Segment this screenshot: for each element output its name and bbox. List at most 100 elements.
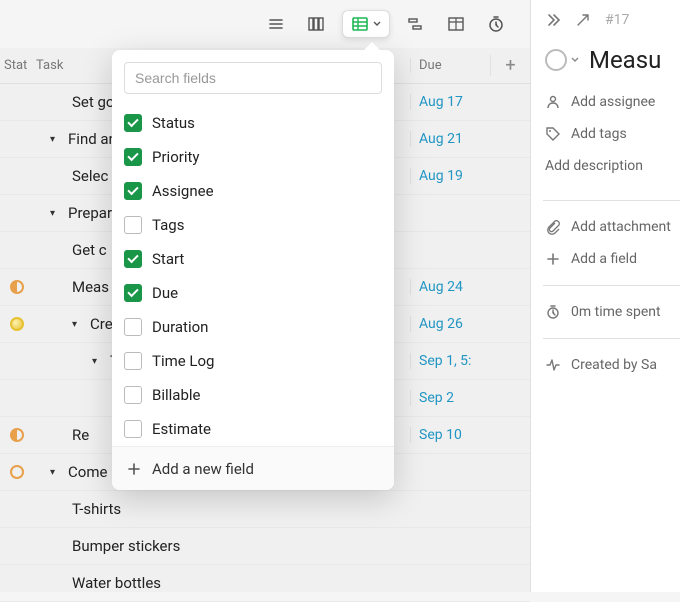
task-status-cell[interactable] [0,280,30,294]
sheet-icon [351,15,369,33]
field-checkbox[interactable] [124,386,142,404]
field-option[interactable]: Time Log [124,344,382,378]
chevron-down-icon [373,20,381,28]
chevron-down-icon[interactable] [571,56,579,64]
task-due-cell[interactable]: Aug 21 [410,131,490,147]
task-due-cell[interactable]: Sep 1, 5: [410,353,490,369]
add-new-field-label: Add a new field [152,460,254,478]
timer-view-button[interactable] [482,10,510,38]
field-checkbox[interactable] [124,318,142,336]
field-option[interactable]: Status [124,106,382,140]
board-view-button[interactable] [302,10,330,38]
column-header-due[interactable]: Due [410,58,490,73]
status-circle[interactable] [545,49,567,71]
expand-caret[interactable]: ▾ [50,134,62,145]
task-title-label: Get c [72,241,107,259]
task-due-cell[interactable]: Aug 17 [410,94,490,110]
task-row[interactable]: T-shirts [0,491,530,528]
field-option[interactable]: Estimate [124,412,382,446]
field-option[interactable]: Duration [124,310,382,344]
task-row[interactable]: Water bottles [0,565,530,602]
dropdown-arrow [364,42,380,50]
paperclip-icon [545,219,561,235]
task-row[interactable]: Bumper stickers [0,528,530,565]
expand-caret[interactable]: ▾ [72,319,84,330]
task-status-cell[interactable] [0,428,30,442]
field-checkbox[interactable] [124,420,142,438]
list-view-button[interactable] [262,10,290,38]
field-option[interactable]: Assignee [124,174,382,208]
task-due-cell[interactable]: Sep 2 [410,390,490,406]
person-icon [545,94,561,110]
plus-icon [126,461,142,477]
task-due-cell[interactable]: Aug 26 [410,316,490,332]
field-list[interactable]: Status Priority Assignee Tags Start Due Durati… [112,106,394,446]
add-column-button[interactable]: + [490,55,530,76]
field-label: Time Log [152,352,214,370]
search-wrap [112,50,394,106]
field-label: Priority [152,148,199,166]
field-option[interactable]: Due [124,276,382,310]
task-due-cell[interactable]: Sep 10 [410,427,490,443]
field-option[interactable]: Tags [124,208,382,242]
collapse-icon[interactable] [545,12,561,28]
add-tags-button[interactable]: Add tags [545,126,680,142]
field-label: Due [152,284,178,302]
stopwatch-icon [545,304,561,320]
column-header-status[interactable]: Stat [0,58,30,73]
task-due-cell[interactable]: Aug 19 [410,168,490,184]
field-checkbox[interactable] [124,352,142,370]
field-label: Billable [152,386,200,404]
field-label: Assignee [152,182,214,200]
field-checkbox[interactable] [124,148,142,166]
expand-caret[interactable]: ▾ [92,356,104,367]
time-spent-row[interactable]: 0m time spent [545,304,680,320]
search-fields-input[interactable] [124,62,382,94]
view-toolbar [0,0,530,48]
panel-top-bar: #17 [545,12,680,28]
add-description-button[interactable]: Add description [545,158,680,174]
timer-icon [487,15,505,33]
field-label: Duration [152,318,208,336]
add-assignee-button[interactable]: Add assignee [545,94,680,110]
field-label: Start [152,250,184,268]
field-checkbox[interactable] [124,182,142,200]
sheet-view-button[interactable] [342,10,390,38]
expand-icon[interactable] [575,12,591,28]
created-by-row: Created by Sa [545,357,680,373]
task-due-cell[interactable]: Aug 24 [410,279,490,295]
task-title[interactable]: Measu [589,46,661,74]
divider [543,338,680,339]
task-title-label: T-shirts [72,500,121,518]
add-field-button[interactable]: Add a field [545,251,680,267]
field-option[interactable]: Priority [124,140,382,174]
field-checkbox[interactable] [124,284,142,302]
add-new-field-button[interactable]: Add a new field [112,446,394,490]
fields-dropdown: Status Priority Assignee Tags Start Due Durati… [112,50,394,490]
status-indicator [10,465,24,479]
field-checkbox[interactable] [124,114,142,132]
field-checkbox[interactable] [124,250,142,268]
activity-icon [545,357,561,373]
field-label: Status [152,114,195,132]
field-option[interactable]: Billable [124,378,382,412]
field-checkbox[interactable] [124,216,142,234]
task-status-cell[interactable] [0,317,30,331]
expand-caret[interactable]: ▾ [50,467,62,478]
add-attachment-button[interactable]: Add attachment [545,219,680,235]
status-indicator [10,428,24,442]
field-option[interactable]: Start [124,242,382,276]
timeline-icon [407,15,425,33]
task-title-label: Bumper stickers [72,537,180,555]
expand-caret[interactable]: ▾ [50,208,62,219]
board-icon [307,15,325,33]
task-title-cell[interactable]: Water bottles [30,574,410,592]
task-title-cell[interactable]: Bumper stickers [30,537,410,555]
task-title-cell[interactable]: T-shirts [30,500,410,518]
task-status-cell[interactable] [0,465,30,479]
timeline-view-button[interactable] [402,10,430,38]
table-icon [447,15,465,33]
task-id[interactable]: #17 [605,12,629,28]
table-view-button[interactable] [442,10,470,38]
field-label: Tags [152,216,184,234]
